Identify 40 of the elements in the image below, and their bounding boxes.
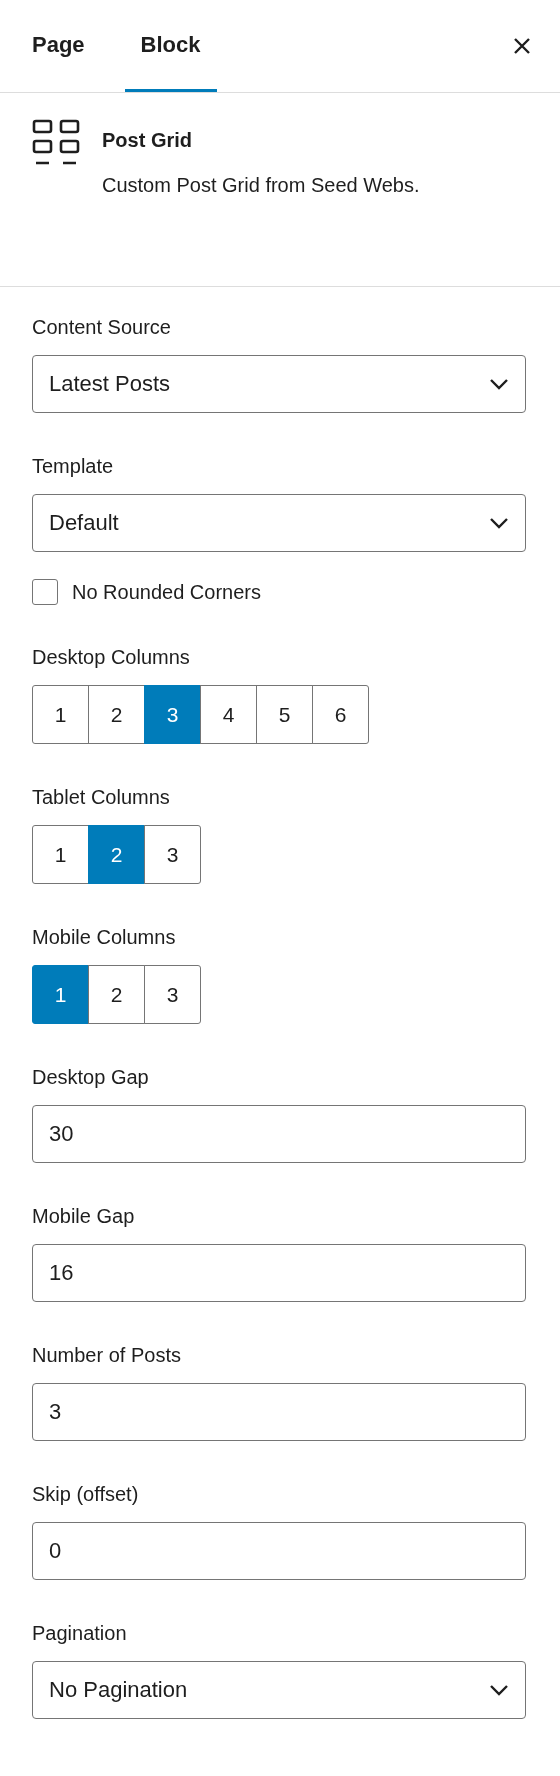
field-label: Mobile Columns [32,925,177,949]
column-option[interactable]: 3 [144,825,201,884]
column-option[interactable]: 1 [32,685,89,744]
field-label: Desktop Gap [32,1065,150,1089]
field-label: Mobile Gap [32,1204,136,1228]
field-label: Template [32,454,115,478]
column-option[interactable]: 1 [32,825,89,884]
column-option[interactable]: 3 [144,685,201,744]
close-icon [512,36,532,56]
select-field[interactable]: No Pagination [32,1661,526,1719]
field-label: Desktop Columns [32,645,191,669]
grid-icon [32,119,80,167]
field-label: Content Source [32,315,172,339]
field-label: Pagination [32,1621,128,1645]
field-label: Number of Posts [32,1343,182,1367]
block-description: Custom Post Grid from Seed Webs. [102,173,421,198]
field-label: Tablet Columns [32,785,171,809]
number-field[interactable]: 16 [32,1244,526,1302]
column-option[interactable]: 1 [32,965,89,1024]
column-option[interactable]: 6 [312,685,369,744]
chevron-down-icon [489,1684,509,1696]
checkbox[interactable] [32,579,58,605]
block-title: Post Grid [102,129,193,152]
column-option[interactable]: 3 [144,965,201,1024]
panel-tab[interactable]: Page [16,0,101,92]
number-field[interactable]: 30 [32,1105,526,1163]
column-option[interactable]: 2 [88,685,145,744]
field-label: Skip (offset) [32,1482,140,1506]
column-option[interactable]: 5 [256,685,313,744]
checkbox-label: No Rounded Corners [72,580,261,604]
panel-tab[interactable]: Block [124,0,217,92]
column-option[interactable]: 2 [88,965,145,1024]
number-field[interactable]: 3 [32,1383,526,1441]
chevron-down-icon [489,378,509,390]
number-field[interactable]: 0 [32,1522,526,1580]
select-field[interactable]: Default [32,494,526,552]
chevron-down-icon [489,517,509,529]
column-option[interactable]: 2 [88,825,145,884]
select-field[interactable]: Latest Posts [32,355,526,413]
column-option[interactable]: 4 [200,685,257,744]
